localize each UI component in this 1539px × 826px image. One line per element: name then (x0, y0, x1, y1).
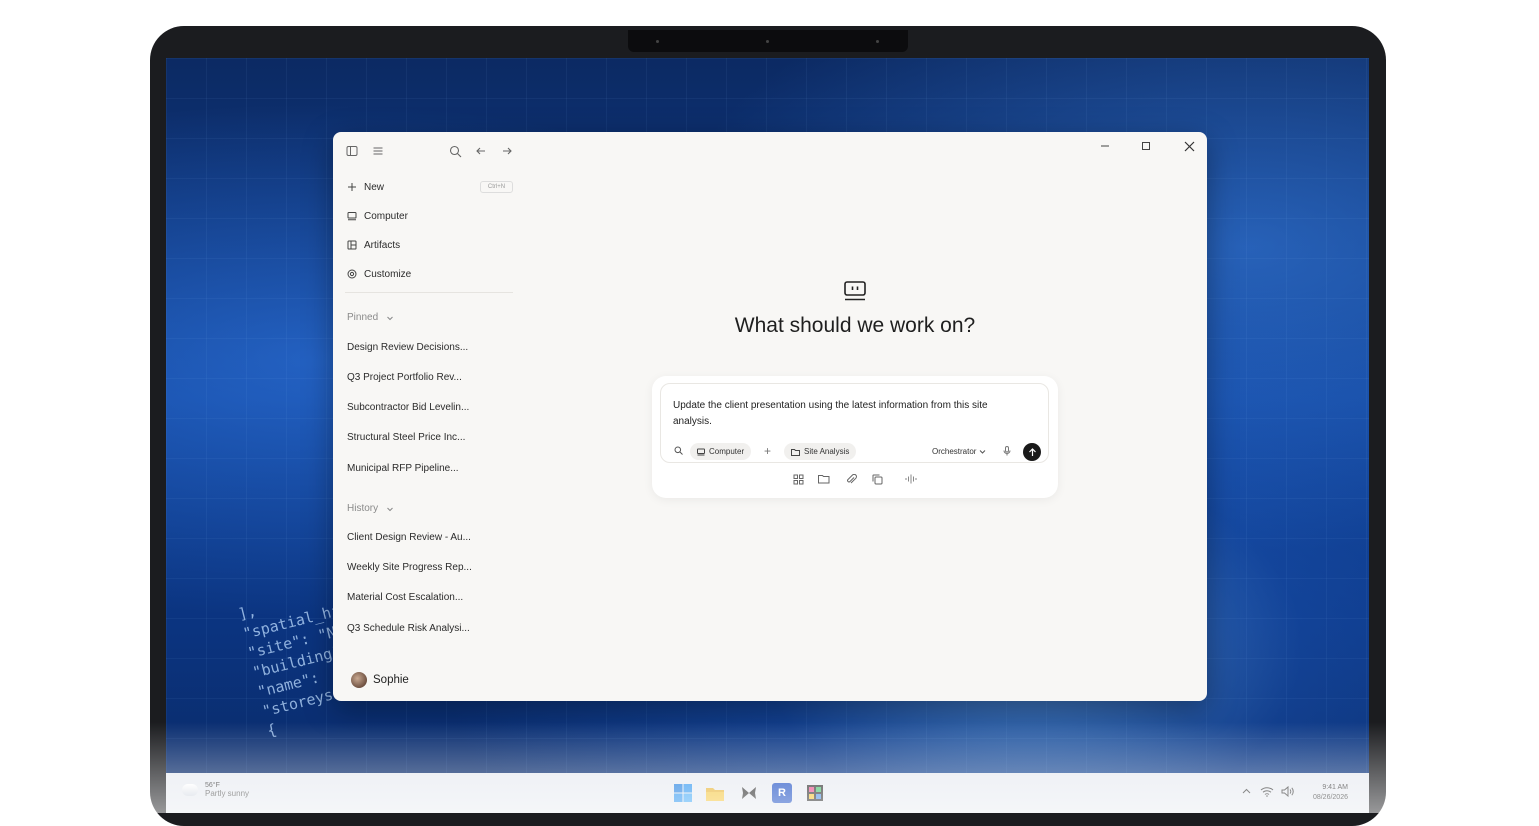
pinned-label: Pinned (347, 312, 379, 323)
sidebar: New Ctrl+N Computer Artifacts Customize … (333, 132, 519, 701)
app-window: New Ctrl+N Computer Artifacts Customize … (333, 132, 1207, 701)
show-hidden-icons-button[interactable] (1242, 786, 1251, 798)
chevron-down-icon (980, 450, 986, 454)
history-label: History (347, 503, 379, 514)
sidebar-divider (345, 292, 513, 293)
avatar (351, 672, 367, 688)
pinned-item[interactable]: Subcontractor Bid Levelin... (347, 402, 469, 413)
clock-time: 9:41 AM (1322, 784, 1348, 791)
user-profile-button[interactable]: Sophie (351, 672, 409, 688)
taskbar-app-butterfly[interactable] (739, 783, 759, 803)
computer-agent-icon (843, 280, 867, 302)
weather-temp: 56°F (205, 782, 220, 789)
paperclip-icon[interactable] (844, 472, 858, 486)
folder-open-icon[interactable] (817, 472, 831, 486)
clock-date: 08/26/2026 (1312, 794, 1348, 801)
history-item[interactable]: Weekly Site Progress Rep... (347, 562, 472, 573)
taskbar: 56°F Partly sunny R 9:41 AM 08/26/2026 (166, 773, 1369, 813)
plus-icon (346, 182, 358, 192)
r-app-icon: R (778, 787, 786, 799)
pinned-item[interactable]: Structural Steel Price Inc... (347, 432, 465, 443)
chevron-down-icon (386, 314, 394, 322)
sidebar-item-customize[interactable]: Customize (346, 265, 411, 283)
weather-widget[interactable]: 56°F Partly sunny (182, 782, 249, 798)
apps-grid-icon[interactable] (791, 472, 805, 486)
file-explorer-button[interactable] (705, 783, 725, 803)
history-section-toggle[interactable]: History (347, 503, 394, 514)
prompt-input[interactable]: Update the client presentation using the… (673, 398, 1023, 430)
weather-condition: Partly sunny (205, 789, 250, 798)
history-item[interactable]: Material Cost Escalation... (347, 592, 463, 603)
history-item[interactable]: Client Design Review - Au... (347, 532, 471, 543)
new-chat-label: New (364, 181, 385, 193)
back-arrow-icon[interactable] (472, 142, 490, 160)
model-selector-label: Orchestrator (932, 447, 977, 456)
computer-icon (346, 211, 358, 221)
prompt-composer[interactable]: Update the client presentation using the… (660, 383, 1049, 463)
chevron-down-icon (386, 505, 394, 513)
site-analysis-chip-label: Site Analysis (804, 447, 850, 456)
forward-arrow-icon[interactable] (498, 142, 516, 160)
search-icon[interactable] (446, 142, 464, 160)
pinned-item[interactable]: Design Review Decisions... (347, 342, 468, 353)
sidebar-item-label: Artifacts (364, 239, 401, 251)
send-button[interactable] (1023, 443, 1041, 461)
pinned-item[interactable]: Municipal RFP Pipeline... (347, 463, 459, 474)
microphone-icon[interactable] (1003, 446, 1011, 458)
pinned-section-toggle[interactable]: Pinned (347, 312, 394, 323)
computer-chip[interactable]: Computer (690, 443, 752, 460)
page-title: What should we work on? (734, 314, 976, 337)
composer-card: Update the client presentation using the… (652, 376, 1058, 498)
computer-chip-label: Computer (709, 447, 745, 456)
pinned-item[interactable]: Q3 Project Portfolio Rev... (347, 372, 462, 383)
wifi-icon[interactable] (1260, 786, 1274, 800)
sidebar-toggle-icon[interactable] (343, 142, 361, 160)
folder-icon (791, 448, 800, 456)
sidebar-item-label: Computer (364, 210, 408, 222)
add-context-icon[interactable]: + (764, 444, 771, 458)
menu-icon[interactable] (369, 142, 387, 160)
sidebar-item-artifacts[interactable]: Artifacts (346, 236, 400, 254)
camera-notch (628, 30, 908, 52)
maximize-button[interactable] (1135, 138, 1157, 154)
arrow-up-icon (1028, 447, 1036, 456)
chevron-up-icon (1242, 788, 1251, 794)
user-name: Sophie (373, 674, 409, 686)
folder-icon (706, 787, 724, 801)
search-icon[interactable] (674, 446, 683, 457)
taskbar-app-r[interactable]: R (772, 783, 792, 803)
windows-logo-icon (674, 784, 692, 802)
new-shortcut-badge: Ctrl+N (480, 181, 513, 193)
system-clock[interactable]: 9:41 AM 08/26/2026 (1306, 783, 1348, 803)
computer-icon (697, 448, 705, 455)
sidebar-item-label: Customize (364, 268, 412, 280)
close-button[interactable] (1178, 138, 1200, 154)
artifacts-icon (346, 240, 358, 250)
new-chat-button[interactable]: New (346, 178, 384, 196)
taskbar-app-viewer[interactable] (805, 783, 825, 803)
model-selector[interactable]: Orchestrator (932, 447, 986, 456)
volume-icon[interactable] (1281, 785, 1295, 800)
history-item[interactable]: Q3 Schedule Risk Analysi... (347, 623, 470, 634)
copy-icon[interactable] (870, 472, 884, 486)
viewer-app-icon (807, 785, 823, 801)
start-button[interactable] (673, 783, 693, 803)
weather-cloud-icon (182, 784, 198, 796)
customize-icon (346, 269, 358, 279)
close-icon (1184, 141, 1194, 151)
minimize-button[interactable] (1094, 138, 1116, 154)
sidebar-item-computer[interactable]: Computer (346, 207, 408, 225)
voice-waveform-icon[interactable] (904, 472, 918, 486)
site-analysis-chip[interactable]: Site Analysis (784, 443, 857, 460)
maximize-icon (1142, 142, 1150, 150)
minimize-icon (1101, 145, 1109, 147)
butterfly-app-icon (742, 787, 756, 799)
